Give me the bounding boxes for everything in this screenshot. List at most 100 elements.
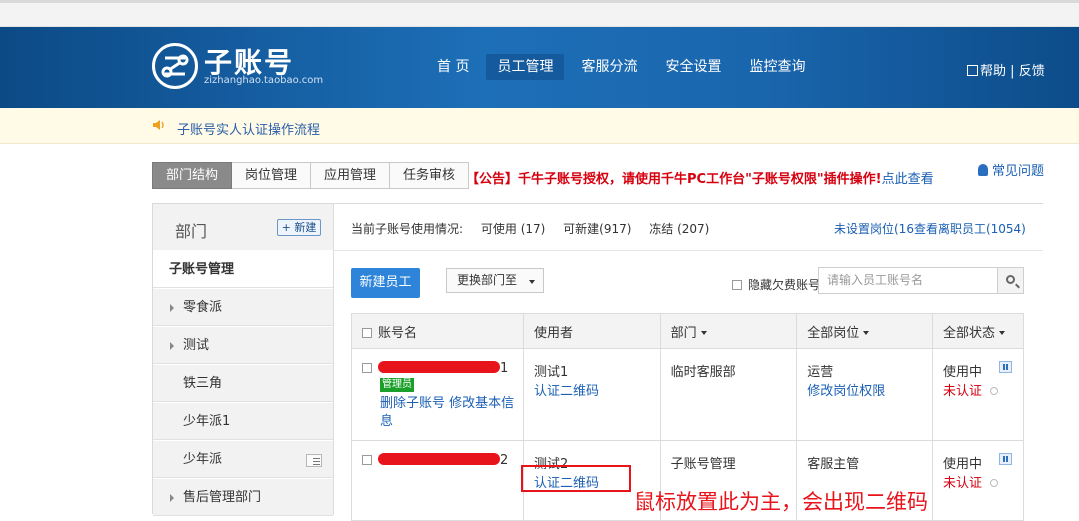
nav-service-routing[interactable]: 客服分流 [570,54,648,80]
sidebar-item-label: 测试 [183,338,210,353]
sidebar-item-label: 少年派 [183,452,223,467]
cell-account: 2 [351,440,524,521]
sidebar-item-subaccount-mgmt[interactable]: 子账号管理 [153,250,333,288]
tab-apps[interactable]: 应用管理 [311,162,391,189]
nav-staff[interactable]: 员工管理 [486,54,565,80]
search-button[interactable] [997,267,1024,294]
pause-icon[interactable] [999,453,1013,465]
usage-available: 可使用 (17) [480,222,546,236]
row-checkbox[interactable] [362,363,372,373]
nav-home[interactable]: 首 页 [426,54,480,80]
usage-label: 当前子账号使用情况: [351,222,464,236]
search-input[interactable]: 请输入员工账号名 [818,267,998,294]
account-suffix: 2 [500,453,509,468]
search-icon [1006,275,1015,284]
notice-bar: 子账号实人认证操作流程 [0,108,1079,144]
auth-status: 未认证 [943,476,983,491]
sidebar-item-label: 铁三角 [183,376,223,391]
hide-overdue-checkbox[interactable] [732,280,742,290]
notice-link[interactable]: 子账号实人认证操作流程 [177,119,320,138]
feedback-link[interactable]: 反馈 [1019,64,1045,79]
sidebar-item-label: 少年派1 [183,414,231,429]
admin-badge: 管理员 [380,378,414,392]
site-header: 子账号 zizhanghao.taobao.com 首 页 员工管理 客服分流 … [0,27,1079,108]
status-text: 使用中 [943,457,983,472]
main-nav: 首 页 员工管理 客服分流 安全设置 监控查询 [426,54,822,82]
external-link-icon [967,65,978,76]
sidebar-item-label: 子账号管理 [169,262,235,277]
hide-overdue-toggle[interactable]: 隐藏欠费账号 [732,276,820,293]
move-department-label: 更换部门至 [457,273,518,287]
header-dept-label: 部门 [670,325,697,341]
faq-label: 常见问题 [992,164,1045,179]
usage-creatable: 可新建(917) [563,222,632,236]
help-link[interactable]: 帮助 [980,64,1006,79]
cell-role: 运营 修改岗位权限 [796,348,934,441]
chevron-down-icon [863,330,870,335]
edit-role-link[interactable]: 修改岗位权限 [807,384,885,399]
sidebar-item-youth1[interactable]: 少年派1 [153,402,333,440]
help-separator: | [1010,64,1015,79]
account-actions[interactable]: 删除子账号 修改基本信息 [380,395,520,431]
announcement-prefix: 【公告】 [466,172,519,187]
cell-status: 使用中 未认证 [932,348,1024,441]
announcement-text: 千牛子账号授权，请使用千牛PC工作台"子账号权限"插件操作! [518,172,882,187]
sidebar-item-snacks[interactable]: 零食派 [153,288,333,326]
expand-arrow-icon[interactable] [170,342,174,350]
sidebar-title: 部门 [175,222,208,241]
user-help-icon [978,164,988,176]
sidebar-item-youth[interactable]: 少年派 [153,440,333,478]
sidebar-item-label: 零食派 [183,300,223,315]
header-status[interactable]: 全部状态 [932,313,1024,349]
account-suffix: 1 [500,361,509,376]
header-user: 使用者 [522,313,661,349]
faq-link[interactable]: 常见问题 [978,160,1044,179]
question-icon[interactable] [990,479,999,487]
site-logo[interactable]: 子账号 zizhanghao.taobao.com [152,41,323,91]
expand-arrow-icon[interactable] [170,494,174,502]
header-roles-label: 全部岗位 [807,325,860,341]
sidebar-header: 部门 + 新建 [153,204,333,250]
nav-monitor[interactable]: 监控查询 [738,54,816,80]
tab-positions[interactable]: 岗位管理 [232,162,312,189]
logo-link-icon [152,43,198,89]
item-menu-icon[interactable] [306,454,322,467]
pause-icon[interactable] [999,361,1013,373]
divider [334,250,1043,251]
announcement-link[interactable]: 点此查看 [882,172,934,187]
move-department-dropdown[interactable]: 更换部门至 [446,268,544,293]
tab-task-review[interactable]: 任务审核 [390,162,470,189]
row-checkbox[interactable] [362,455,372,465]
unset-positions-link[interactable]: 未设置岗位(16查看离职员工(1054) [834,220,1026,237]
speaker-icon [153,120,164,130]
annotation-text: 鼠标放置此为主，会出现二维码 [634,490,928,514]
department-sidebar: 部门 + 新建 子账号管理 零食派 测试 铁三角 少年派1 少年派 售后管理部门 [153,204,334,516]
usage-frozen: 冻结 (207) [649,222,710,236]
tab-department[interactable]: 部门结构 [152,162,233,189]
cell-dept: 临时客服部 [659,348,798,441]
help-links: 帮助 | 反馈 [967,60,1045,79]
chevron-down-icon [700,330,707,335]
qr-code-link[interactable]: 认证二维码 [534,384,599,399]
header-roles[interactable]: 全部岗位 [796,313,934,349]
sidebar-item-triangle[interactable]: 铁三角 [153,364,333,402]
usage-summary: 当前子账号使用情况: 可使用 (17) 可新建(917) 冻结 (207) [351,220,723,237]
nav-security[interactable]: 安全设置 [654,54,732,80]
role-name: 运营 [807,365,834,380]
header-status-label: 全部状态 [943,325,996,341]
status-text: 使用中 [943,365,983,380]
cell-user: 测试1 认证二维码 [522,348,661,441]
question-icon[interactable] [990,387,999,395]
redacted-account-name [378,452,500,465]
expand-arrow-icon[interactable] [170,304,174,312]
sidebar-item-aftersales[interactable]: 售后管理部门 [153,478,333,516]
cell-status: 使用中 未认证 [932,440,1024,521]
table-row: 1 管理员 删除子账号 修改基本信息 测试1 认证二维码 临时客服部 运营 修改… [351,348,1024,441]
employee-main: 当前子账号使用情况: 可使用 (17) 可新建(917) 冻结 (207) 未设… [334,204,1043,521]
new-employee-button[interactable]: 新建员工 [351,268,420,298]
select-all-checkbox[interactable] [362,327,372,338]
sub-tabs: 部门结构 岗位管理 应用管理 任务审核 [152,162,470,189]
header-dept[interactable]: 部门 [659,313,798,349]
sidebar-item-test[interactable]: 测试 [153,326,333,364]
new-department-button[interactable]: + 新建 [277,219,321,236]
